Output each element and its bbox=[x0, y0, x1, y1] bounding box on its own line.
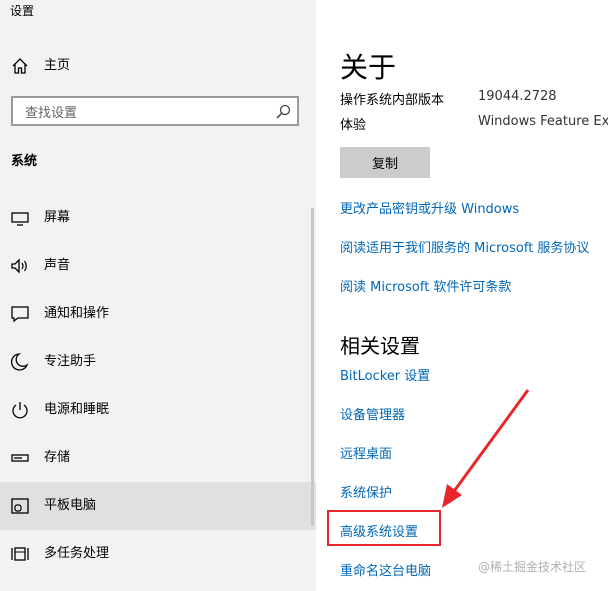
related-settings-title: 相关设置 bbox=[340, 334, 420, 358]
section-title: 系统 bbox=[11, 154, 38, 169]
link-services-agreement[interactable]: 阅读适用于我们服务的 Microsoft 服务协议 bbox=[340, 237, 589, 256]
sidebar-item-display[interactable]: 屏幕 bbox=[0, 194, 316, 242]
link-system-protection[interactable]: 系统保护 bbox=[340, 482, 392, 501]
sidebar-item-tablet[interactable]: 平板电脑 bbox=[0, 482, 316, 530]
sidebar: 设置 主页 系统 屏幕 声音 通知和操作 bbox=[0, 0, 316, 591]
annotation-highlight-box bbox=[327, 510, 441, 546]
sidebar-item-label: 电源和睡眠 bbox=[44, 402, 110, 417]
sidebar-item-power[interactable]: 电源和睡眠 bbox=[0, 386, 316, 434]
sidebar-item-label: 存储 bbox=[44, 450, 71, 465]
sidebar-item-focus-assist[interactable]: 专注助手 bbox=[0, 338, 316, 386]
link-change-product-key[interactable]: 更改产品密钥或升级 Windows bbox=[340, 198, 519, 217]
link-rename-this-pc[interactable]: 重命名这台电脑 bbox=[340, 560, 431, 579]
notification-icon bbox=[11, 306, 29, 323]
sidebar-item-sound[interactable]: 声音 bbox=[0, 242, 316, 290]
search-icon[interactable] bbox=[275, 104, 291, 120]
home-icon bbox=[12, 58, 28, 74]
sidebar-item-home[interactable]: 主页 bbox=[0, 42, 316, 90]
storage-icon bbox=[11, 454, 29, 462]
sidebar-item-notifications[interactable]: 通知和操作 bbox=[0, 290, 316, 338]
sidebar-item-label: 平板电脑 bbox=[44, 498, 97, 513]
sidebar-scrollbar[interactable] bbox=[311, 208, 314, 526]
link-bitlocker-settings[interactable]: BitLocker 设置 bbox=[340, 365, 430, 384]
multitasking-icon bbox=[11, 547, 29, 561]
spec-value-os-build: 19044.2728 bbox=[478, 89, 557, 104]
spec-value-experience: Windows Feature Exp bbox=[478, 114, 608, 129]
page-title: 关于 bbox=[340, 51, 397, 84]
link-remote-desktop[interactable]: 远程桌面 bbox=[340, 443, 392, 462]
display-icon bbox=[11, 212, 29, 226]
speaker-icon bbox=[11, 258, 27, 274]
sidebar-item-label: 通知和操作 bbox=[44, 306, 110, 321]
link-device-manager[interactable]: 设备管理器 bbox=[340, 404, 405, 423]
sidebar-item-label: 主页 bbox=[44, 58, 71, 73]
spec-label-os-build: 操作系统内部版本 bbox=[340, 93, 445, 108]
copy-button[interactable]: 复制 bbox=[340, 147, 430, 178]
sidebar-item-multitasking[interactable]: 多任务处理 bbox=[0, 530, 316, 578]
link-license-terms[interactable]: 阅读 Microsoft 软件许可条款 bbox=[340, 276, 511, 295]
power-icon bbox=[12, 402, 28, 419]
sidebar-item-label: 屏幕 bbox=[44, 210, 71, 225]
moon-icon bbox=[10, 353, 29, 371]
search-field[interactable] bbox=[11, 96, 299, 126]
spec-label-experience: 体验 bbox=[340, 118, 367, 133]
search-input[interactable] bbox=[23, 102, 267, 124]
sidebar-item-storage[interactable]: 存储 bbox=[0, 434, 316, 482]
watermark: @稀土掘金技术社区 bbox=[478, 560, 587, 574]
main-content: 关于 操作系统内部版本 19044.2728 体验 Windows Featur… bbox=[316, 0, 608, 591]
tablet-icon bbox=[11, 498, 29, 514]
sidebar-item-label: 专注助手 bbox=[44, 354, 97, 369]
sidebar-item-label: 多任务处理 bbox=[44, 546, 110, 561]
sidebar-item-label: 声音 bbox=[44, 258, 71, 273]
window-title: 设置 bbox=[10, 4, 35, 18]
